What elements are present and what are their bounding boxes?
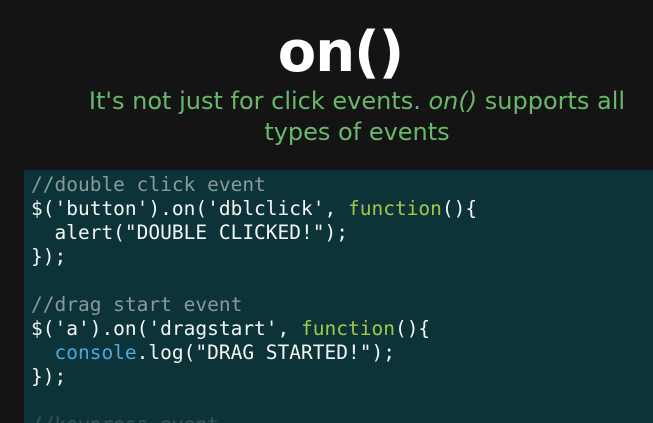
code-token-plain: }); xyxy=(31,365,67,388)
code-line: }); xyxy=(31,365,477,389)
code-token-comment: //keypress event xyxy=(31,413,219,423)
subtitle-text-part-2: supports all xyxy=(477,87,626,115)
subtitle-line-2: types of events xyxy=(264,118,450,146)
code-token-ident: console xyxy=(54,341,137,364)
code-token-keyword: function xyxy=(301,317,395,340)
code-token-plain: (){ xyxy=(441,197,478,220)
code-block: //double click event $('button').on('dblc… xyxy=(24,170,653,423)
code-line: //drag start event xyxy=(31,293,477,317)
subtitle-line-1: It's not just for click events. on() sup… xyxy=(0,86,653,117)
slide: on() It's not just for click events. on(… xyxy=(0,0,653,423)
code-line: $('a').on('dragstart', function(){ xyxy=(31,317,477,341)
code-line: console.log("DRAG STARTED!"); xyxy=(31,341,477,365)
subtitle-text-part-1: It's not just for click events. xyxy=(88,87,429,115)
subtitle-emphasis: on() xyxy=(428,87,478,115)
code-token-plain: }); xyxy=(31,245,67,268)
code-token-keyword: function xyxy=(347,197,442,220)
code-line: //double click event xyxy=(31,173,477,197)
code-line: }); xyxy=(31,245,477,269)
code-line: alert("DOUBLE CLICKED!"); xyxy=(31,221,477,245)
code-token-comment: //double click event xyxy=(31,173,266,196)
code-token-plain: $('a').on('dragstart', xyxy=(31,317,302,340)
slide-title: on() xyxy=(277,20,405,85)
code-token-comment: //drag start event xyxy=(31,293,243,316)
code-token-plain: (){ xyxy=(394,317,431,340)
code-listing: //double click event $('button').on('dblc… xyxy=(31,173,477,423)
code-line: //keypress event xyxy=(31,413,477,423)
code-token-plain: .log("DRAG STARTED!"); xyxy=(136,341,395,364)
code-token-plain: $('button').on('dblclick', xyxy=(31,197,348,220)
slide-subtitle: It's not just for click events. on() sup… xyxy=(0,86,653,148)
code-token-plain: alert("DOUBLE CLICKED!"); xyxy=(31,221,348,244)
code-line: $('button').on('dblclick', function(){ xyxy=(31,197,477,221)
